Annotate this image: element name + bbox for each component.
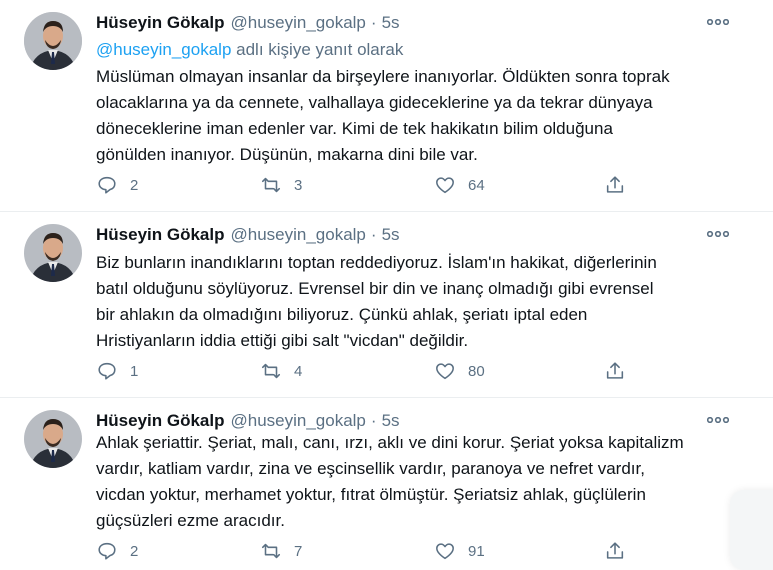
tweet-header: Hüseyin Gökalp @huseyin_gokalp · 5s bbox=[96, 224, 400, 246]
like-button[interactable]: 91 bbox=[434, 539, 485, 563]
reply-count: 1 bbox=[130, 362, 139, 380]
separator-dot: · bbox=[370, 225, 377, 244]
avatar[interactable] bbox=[24, 224, 82, 282]
heart-icon bbox=[436, 363, 454, 380]
author-handle[interactable]: @huseyin_gokalp bbox=[230, 225, 365, 245]
reply-button[interactable]: 2 bbox=[96, 539, 138, 563]
reply-button[interactable]: 2 bbox=[96, 173, 138, 197]
tweet[interactable]: Hüseyin Gökalp @huseyin_gokalp · 5s Ahla… bbox=[0, 398, 773, 561]
share-button[interactable] bbox=[604, 173, 626, 197]
separator-dot: · bbox=[370, 411, 377, 430]
share-button[interactable] bbox=[604, 359, 626, 383]
reply-count: 2 bbox=[130, 542, 139, 560]
tweet[interactable]: Hüseyin Gökalp @huseyin_gokalp · 5s Biz … bbox=[0, 212, 773, 398]
timestamp[interactable]: 5s bbox=[382, 411, 400, 431]
author-name[interactable]: Hüseyin Gökalp bbox=[96, 225, 224, 245]
like-count: 64 bbox=[468, 176, 485, 194]
author-name[interactable]: Hüseyin Gökalp bbox=[96, 411, 224, 431]
reply-icon bbox=[98, 542, 116, 560]
reply-context-text: adlı kişiye yanıt olarak bbox=[231, 40, 404, 59]
tweet[interactable]: Hüseyin Gökalp @huseyin_gokalp · 5s @hus… bbox=[0, 0, 773, 212]
like-button[interactable]: 64 bbox=[434, 173, 485, 197]
timestamp[interactable]: 5s bbox=[382, 13, 400, 33]
like-button[interactable]: 80 bbox=[434, 359, 485, 383]
avatar[interactable] bbox=[24, 12, 82, 70]
reply-icon bbox=[98, 362, 116, 380]
tweet-text: Biz bunların inandıklarını toptan redded… bbox=[96, 253, 657, 350]
retweet-button[interactable]: 7 bbox=[260, 539, 302, 563]
share-button[interactable] bbox=[604, 539, 626, 563]
reply-icon bbox=[98, 176, 116, 194]
author-handle[interactable]: @huseyin_gokalp bbox=[230, 13, 365, 33]
tweet-text: Müslüman olmayan insanlar da birşeylere … bbox=[96, 67, 670, 164]
more-horizontal-icon[interactable] bbox=[707, 412, 729, 428]
share-icon bbox=[606, 542, 624, 559]
tweet-header: Hüseyin Gökalp @huseyin_gokalp · 5s bbox=[96, 12, 400, 34]
reply-button[interactable]: 1 bbox=[96, 359, 138, 383]
retweet-icon bbox=[261, 363, 281, 379]
author-name[interactable]: Hüseyin Gökalp bbox=[96, 13, 224, 33]
tweet-header: Hüseyin Gökalp @huseyin_gokalp · 5s bbox=[96, 410, 400, 432]
retweet-count: 3 bbox=[294, 176, 303, 194]
reply-count: 2 bbox=[130, 176, 139, 194]
share-icon bbox=[606, 362, 624, 379]
retweet-button[interactable]: 3 bbox=[260, 173, 302, 197]
tweet-actions: 2 3 64 bbox=[96, 173, 636, 197]
more-horizontal-icon[interactable] bbox=[707, 14, 729, 30]
like-count: 91 bbox=[468, 542, 485, 560]
tweet-actions: 1 4 80 bbox=[96, 359, 636, 383]
retweet-icon bbox=[261, 543, 281, 559]
reply-context: @huseyin_gokalp adlı kişiye yanıt olarak bbox=[96, 40, 403, 60]
retweet-count: 7 bbox=[294, 542, 303, 560]
heart-icon bbox=[436, 177, 454, 194]
share-icon bbox=[606, 176, 624, 193]
retweet-count: 4 bbox=[294, 362, 303, 380]
tweet-text: Ahlak şeriattir. Şeriat, malı, canı, ırz… bbox=[96, 433, 684, 530]
like-count: 80 bbox=[468, 362, 485, 380]
more-horizontal-icon[interactable] bbox=[707, 226, 729, 242]
heart-icon bbox=[436, 543, 454, 560]
author-handle[interactable]: @huseyin_gokalp bbox=[230, 411, 365, 431]
retweet-button[interactable]: 4 bbox=[260, 359, 302, 383]
floating-panel-edge bbox=[730, 490, 773, 570]
separator-dot: · bbox=[370, 13, 377, 32]
timestamp[interactable]: 5s bbox=[382, 225, 400, 245]
reply-mention-link[interactable]: @huseyin_gokalp bbox=[96, 40, 231, 59]
avatar[interactable] bbox=[24, 410, 82, 468]
retweet-icon bbox=[261, 177, 281, 193]
tweet-actions: 2 7 91 bbox=[96, 539, 636, 563]
